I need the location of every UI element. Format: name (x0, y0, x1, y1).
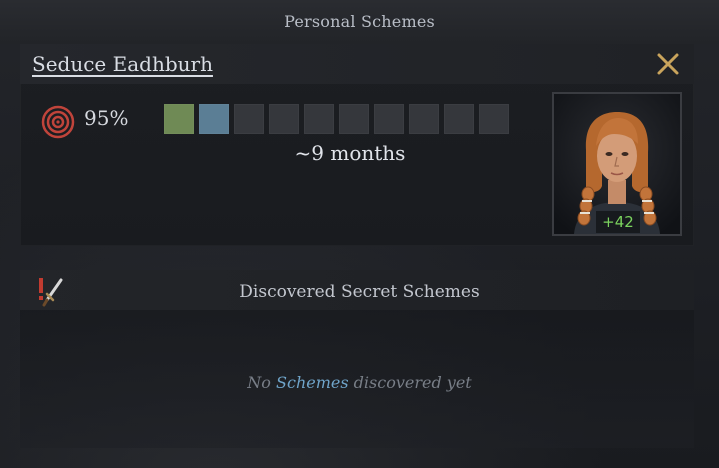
scheme-title-link[interactable]: Seduce Eadhburh (32, 52, 213, 76)
progress-step-pending (444, 104, 474, 134)
personal-schemes-window: Personal Schemes Seduce Eadhburh 95% ~9 … (0, 0, 719, 468)
progress-step-pending (304, 104, 334, 134)
progress-step-pending (234, 104, 264, 134)
progress-step-pending (269, 104, 299, 134)
progress-step-pending (374, 104, 404, 134)
opinion-badge: +42 (596, 211, 640, 233)
scheme-duration: ~9 months (294, 141, 406, 165)
empty-suffix: discovered yet (353, 373, 472, 392)
empty-prefix: No (247, 373, 271, 392)
empty-state-message: No Schemes discovered yet (0, 373, 719, 392)
success-chance: 95% (84, 106, 129, 130)
progress-step-pending (479, 104, 509, 134)
progress-step-complete (199, 104, 229, 134)
target-icon (41, 105, 75, 139)
discovered-schemes-title: Discovered Secret Schemes (239, 282, 480, 302)
progress-step-pending (409, 104, 439, 134)
window-title: Personal Schemes (284, 12, 435, 31)
progress-step-complete (164, 104, 194, 134)
close-icon (657, 53, 679, 75)
close-button[interactable] (654, 50, 682, 78)
schemes-keyword-link[interactable]: Schemes (276, 373, 349, 392)
progress-step-pending (339, 104, 369, 134)
scheme-card: Seduce Eadhburh 95% ~9 months (20, 44, 694, 246)
